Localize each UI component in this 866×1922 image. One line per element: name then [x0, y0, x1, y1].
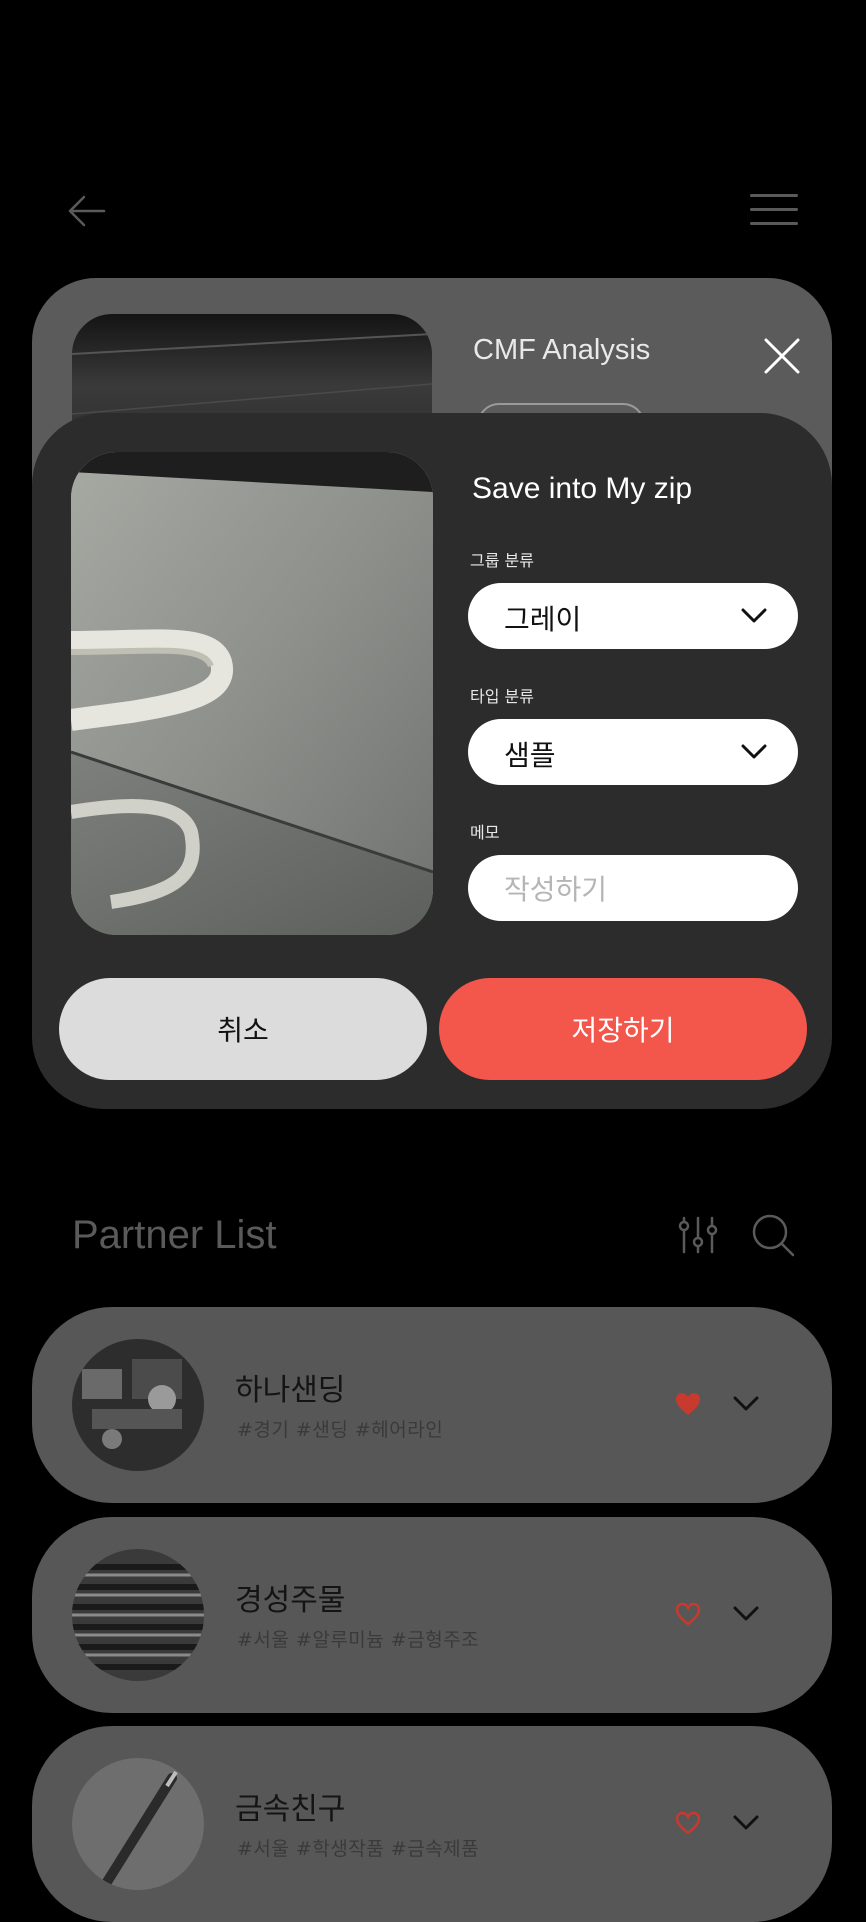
heart-outline-icon[interactable]: [674, 1810, 702, 1836]
partner-list-item[interactable]: 하나샌딩 #경기 #샌딩 #헤어라인: [32, 1307, 832, 1503]
chevron-down-icon: [741, 744, 767, 759]
heart-filled-icon[interactable]: [674, 1391, 702, 1417]
group-select[interactable]: 그레이: [468, 583, 798, 649]
cancel-button[interactable]: 취소: [59, 978, 427, 1080]
type-label: 타입 분류: [470, 687, 534, 706]
chevron-down-icon[interactable]: [732, 1603, 760, 1625]
filter-icon[interactable]: [676, 1214, 722, 1256]
partner-avatar: [72, 1549, 204, 1681]
save-button[interactable]: 저장하기: [439, 978, 807, 1080]
search-icon[interactable]: [750, 1212, 796, 1258]
material-photo: [71, 452, 433, 935]
partner-name: 하나샌딩: [235, 1373, 346, 1408]
partner-list-item[interactable]: 경성주물 #서울 #알루미늄 #금형주조: [32, 1517, 832, 1713]
partner-tags: #서울 #알루미늄 #금형주조: [237, 1629, 480, 1651]
chevron-down-icon[interactable]: [732, 1393, 760, 1415]
memo-label: 메모: [470, 823, 500, 842]
partner-list-item[interactable]: 금속친구 #서울 #학생작품 #금속제품: [32, 1726, 832, 1922]
chevron-down-icon[interactable]: [732, 1812, 760, 1834]
close-icon[interactable]: [762, 336, 802, 376]
partner-list-title: Partner List: [72, 1213, 277, 1257]
group-label: 그룹 분류: [470, 551, 534, 570]
partner-name: 경성주물: [235, 1583, 346, 1618]
partner-tags: #경기 #샌딩 #헤어라인: [237, 1419, 444, 1441]
type-select-value: 샘플: [504, 739, 556, 772]
analysis-title: CMF Analysis: [473, 334, 651, 366]
back-arrow-icon[interactable]: [64, 188, 110, 234]
memo-input[interactable]: [502, 867, 776, 911]
modal-title: Save into My zip: [472, 472, 693, 505]
partner-name: 금속친구: [235, 1792, 346, 1827]
partner-avatar: [72, 1339, 204, 1471]
chevron-down-icon: [741, 608, 767, 623]
partner-tags: #서울 #학생작품 #금속제품: [237, 1838, 480, 1860]
type-select[interactable]: 샘플: [468, 719, 798, 785]
menu-icon[interactable]: [750, 190, 800, 230]
heart-outline-icon[interactable]: [674, 1601, 702, 1627]
group-select-value: 그레이: [504, 603, 582, 636]
partner-avatar: [72, 1758, 204, 1890]
memo-field[interactable]: [468, 855, 798, 921]
